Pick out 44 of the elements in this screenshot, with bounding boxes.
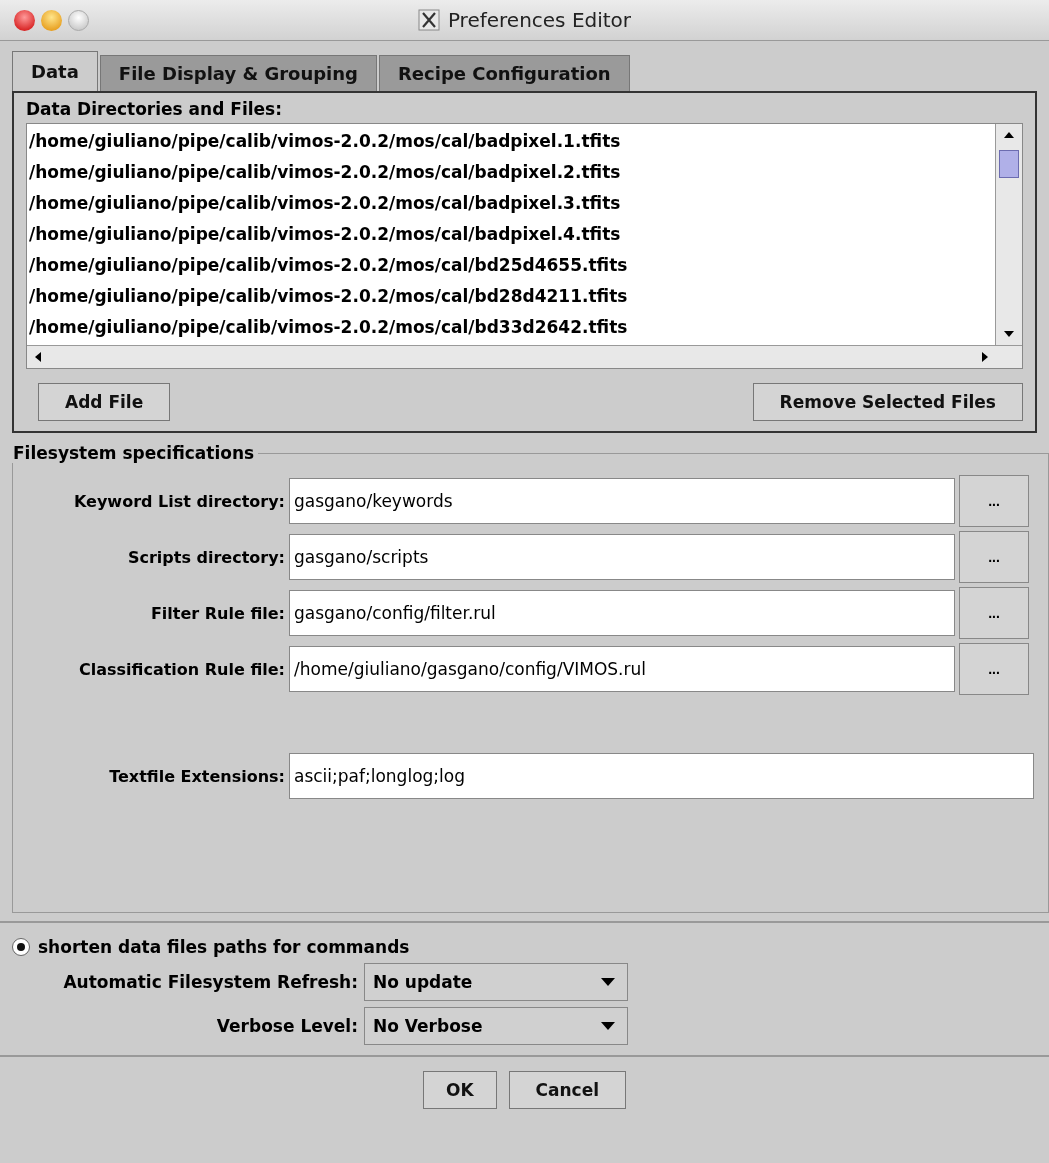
group-title: Filesystem specifications [12, 443, 256, 463]
add-file-button[interactable]: Add File [38, 383, 171, 421]
horizontal-scrollbar[interactable] [27, 345, 1022, 368]
file-list-item[interactable]: /home/giuliano/pipe/calib/vimos-2.0.2/mos/cal/badpixel.1.tfits [27, 126, 995, 157]
text-field[interactable]: /home/giuliano/gasgano/config/VIMOS.rul [289, 646, 955, 692]
field-label: Classification Rule file: [78, 659, 286, 679]
window-title: Preferences Editor [447, 8, 632, 32]
file-list-item[interactable]: /home/giuliano/pipe/calib/vimos-2.0.2/mos/cal/bd28d4211.tfits [27, 281, 995, 312]
text-field[interactable]: ascii;paf;longlog;log [289, 753, 1034, 799]
dialog-button[interactable]: Cancel [508, 1071, 627, 1109]
vertical-scrollbar[interactable] [995, 124, 1022, 345]
file-list-item[interactable]: /home/giuliano/pipe/calib/vimos-2.0.2/mos/cal/bd33d2642.tfits [27, 312, 995, 343]
file-list-item[interactable]: /home/giuliano/pipe/calib/vimos-2.0.2/mos/cal/badpixel.2.tfits [27, 157, 995, 188]
dropdown[interactable]: No Verbose [364, 1007, 628, 1045]
field-label: Automatic Filesystem Refresh: [62, 972, 359, 992]
x-window-icon [417, 9, 440, 31]
browse-button[interactable]: ... [959, 587, 1029, 639]
text-field[interactable]: gasgano/config/filter.rul [289, 590, 955, 636]
field-label: Filter Rule file: [149, 603, 286, 623]
text-field[interactable]: gasgano/keywords [289, 478, 955, 524]
caret-icon [599, 976, 617, 988]
remove-files-button[interactable]: Remove Selected Files [752, 383, 1023, 421]
field-label: Scripts directory: [126, 547, 286, 567]
dialog-button[interactable]: OK [422, 1071, 497, 1109]
dropdown[interactable]: No update [364, 963, 628, 1001]
file-list-item[interactable]: /home/giuliano/pipe/calib/vimos-2.0.2/mos/cal/bd25d4655.tfits [27, 250, 995, 281]
section-label: Data Directories and Files: [26, 99, 283, 119]
radio-button[interactable] [12, 938, 30, 956]
file-list-item[interactable]: /home/giuliano/pipe/calib/vimos-2.0.2/mos/cal/badpixel.3.tfits [27, 188, 995, 219]
tab[interactable]: Data [12, 51, 98, 91]
tab[interactable]: File Display & Grouping [99, 55, 377, 91]
tab[interactable]: Recipe Configuration [379, 55, 630, 91]
radio-label: shorten data files paths for commands [38, 937, 410, 957]
text-field[interactable]: gasgano/scripts [289, 534, 955, 580]
field-label: Verbose Level: [215, 1016, 359, 1036]
field-label: Keyword List directory: [72, 491, 286, 511]
close-icon[interactable] [14, 9, 35, 31]
browse-button[interactable]: ... [959, 531, 1029, 583]
browse-button[interactable]: ... [959, 643, 1029, 695]
browse-button[interactable]: ... [959, 475, 1029, 527]
caret-icon [599, 1020, 617, 1032]
file-list-item[interactable]: /home/giuliano/pipe/calib/vimos-2.0.2/mos/cal/badpixel.4.tfits [27, 219, 995, 250]
scroll-thumb[interactable] [999, 150, 1019, 178]
field-label: Textfile Extensions: [108, 766, 286, 786]
